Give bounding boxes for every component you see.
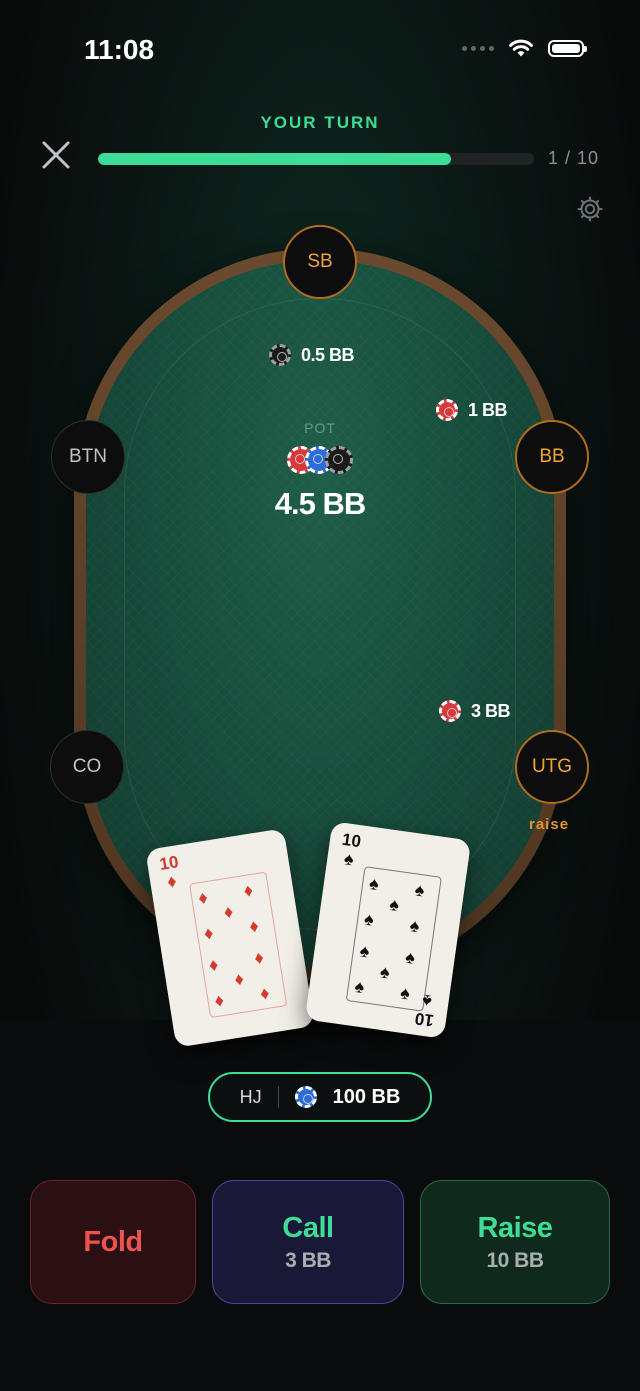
status-icons [462,38,587,58]
felt-line [124,298,516,930]
raise-amount: 10 BB [486,1248,544,1272]
fold-label: Fold [83,1225,143,1258]
signal-icon [462,45,494,51]
card-rank: 10 ♠ [340,829,363,870]
bet-bb: 1 BB [436,399,508,421]
chip-icon [436,399,458,421]
bet-sb-amount: 0.5 BB [301,344,355,365]
fold-button[interactable]: Fold [30,1180,196,1304]
bet-utg-amount: 3 BB [471,700,511,721]
close-icon[interactable] [38,137,74,173]
card-rank: 10 ♦ [158,852,180,892]
progress-fill [98,153,452,165]
pot-amount: 4.5 BB [274,486,366,521]
card-face: ♦ ♦ ♦ ♦ ♦ ♦ ♦ ♦ ♦ ♦ [189,871,288,1019]
chip-icon [294,1086,317,1108]
bet-utg: 3 BB [439,700,511,722]
status-time: 11:08 [84,34,155,65]
raise-label: Raise [477,1211,553,1244]
progress-bar [98,153,534,165]
divider [277,1086,279,1108]
seat-utg-action: raise [529,816,570,833]
hero-stack-pill: HJ 100 BB [208,1072,432,1122]
wifi-icon [509,39,533,57]
bet-sb: 0.5 BB [269,344,355,366]
chip-icon [325,446,353,474]
progress-count: 1 / 10 [548,148,600,168]
turn-label: YOUR TURN [260,113,380,132]
pot-chips [287,446,357,474]
gear-icon[interactable] [576,195,604,223]
hero-position: HJ [239,1086,262,1107]
chip-icon [439,700,461,722]
seat-sb: SB [283,225,357,299]
seat-utg: UTG [515,730,589,804]
bet-bb-amount: 1 BB [468,399,508,420]
battery-icon [548,39,587,57]
pot-label: POT [304,420,336,436]
seat-co: CO [50,730,124,804]
hero-stack-amount: 100 BB [332,1085,401,1108]
chip-icon [269,344,291,366]
card-rank-bottom: 10 ♠ [413,990,436,1031]
call-label: Call [282,1211,334,1244]
call-amount: 3 BB [285,1248,331,1272]
call-button[interactable]: Call 3 BB [212,1180,404,1304]
card-face: ♠ ♠ ♠ ♠ ♠ ♠ ♠ ♠ ♠ ♠ [345,866,442,1012]
hole-card-2: 10 ♠ ♠ ♠ ♠ ♠ ♠ ♠ ♠ ♠ ♠ ♠ 10 ♠ [304,821,472,1039]
raise-button[interactable]: Raise 10 BB [420,1180,610,1304]
